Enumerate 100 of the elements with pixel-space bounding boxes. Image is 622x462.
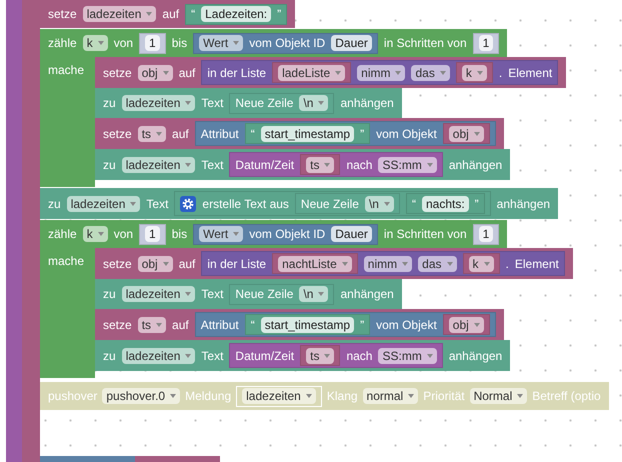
number-block[interactable]: 1: [139, 224, 166, 244]
variable-block[interactable]: ts: [300, 345, 340, 366]
caret-icon: [384, 202, 390, 206]
dropdown[interactable]: das: [411, 64, 450, 80]
variable-block[interactable]: k: [456, 62, 493, 83]
enclosing-block[interactable]: [6, 0, 22, 462]
block-label: anhängen: [448, 348, 502, 362]
newline-block[interactable]: Neue Zeile \n: [229, 92, 334, 114]
block-label: Attribut: [200, 318, 239, 332]
caret-icon: [185, 162, 192, 166]
dropdown[interactable]: obj: [138, 64, 173, 80]
caret-icon: [162, 70, 169, 74]
string-block[interactable]: “ nachts: ”: [406, 193, 485, 214]
text-field[interactable]: start_timestamp: [260, 126, 354, 142]
dropdown[interactable]: obj: [448, 316, 484, 332]
append-text-block[interactable]: zu ladezeiten Text Neue Zeile \n anhängen: [95, 88, 402, 118]
dropdown[interactable]: k: [462, 64, 487, 80]
number-block[interactable]: 1: [139, 32, 166, 54]
dropdown[interactable]: \n: [299, 95, 328, 111]
text-field[interactable]: 1: [478, 35, 494, 51]
caret-icon: [426, 354, 433, 358]
text-field[interactable]: nachts:: [422, 196, 469, 212]
block-top[interactable]: [40, 456, 135, 462]
append-text-block[interactable]: zu ladezeiten Text Neue Zeile \n anhängen: [95, 279, 402, 309]
dropdown[interactable]: \n: [299, 286, 328, 302]
dropdown[interactable]: \n: [364, 196, 394, 212]
dropdown[interactable]: k: [468, 256, 494, 272]
dropdown[interactable]: SS:mm: [378, 156, 437, 172]
newline-block[interactable]: Neue Zeile \n: [229, 284, 334, 304]
string-block[interactable]: “ Ladezeiten: ”: [185, 4, 288, 24]
dropdown[interactable]: SS:mm: [378, 348, 437, 364]
dropdown[interactable]: obj: [448, 126, 484, 142]
string-block[interactable]: “ start_timestamp ”: [244, 314, 370, 335]
dropdown[interactable]: das: [418, 256, 456, 272]
dropdown[interactable]: ladezeiten: [122, 286, 196, 302]
dropdown[interactable]: nimm: [364, 256, 412, 272]
dropdown[interactable]: Wert: [199, 35, 244, 51]
text-field[interactable]: start_timestamp: [260, 316, 354, 332]
set-variable-block[interactable]: setze ladezeiten auf “ Ladezeiten: ”: [40, 0, 296, 28]
string-block[interactable]: “ start_timestamp ”: [244, 123, 370, 144]
text-field[interactable]: 1: [145, 226, 160, 242]
append-text-block[interactable]: zu ladezeiten Text Datum/Zeit ts nach SS:mm anhängen: [95, 340, 510, 371]
count-loop-block[interactable]: [40, 29, 566, 187]
block-label: zu: [103, 348, 116, 362]
block-top[interactable]: [135, 456, 220, 462]
block-label: Text: [146, 196, 168, 210]
dropdown[interactable]: nachtListe: [278, 256, 352, 272]
newline-block[interactable]: Neue Zeile \n: [294, 193, 400, 214]
dropdown[interactable]: obj: [138, 256, 173, 272]
caret-icon: [162, 262, 169, 266]
append-text-block[interactable]: zu ladezeiten Text Datum/Zeit ts nach SS:mm anhängen: [95, 149, 510, 180]
object-value-block[interactable]: Wert vom Objekt ID Dauer: [193, 32, 378, 54]
set-variable-block[interactable]: setze ts auf Attribut “ start_timestamp ” vom Objekt obj: [95, 309, 504, 340]
object-value-block[interactable]: Wert vom Objekt ID Dauer: [193, 224, 378, 244]
text-field[interactable]: Dauer: [331, 226, 372, 242]
variable-block[interactable]: obj: [442, 123, 490, 144]
set-variable-block[interactable]: setze obj auf in der Liste ladeListe nimm das k . Element: [95, 57, 566, 88]
variable-block[interactable]: k: [462, 253, 500, 274]
text-field[interactable]: Ladezeiten:: [201, 6, 272, 22]
dropdown[interactable]: ladezeiten: [122, 156, 196, 172]
caret-icon: [233, 41, 240, 45]
variable-block[interactable]: ladeListe: [272, 62, 352, 83]
number-block[interactable]: 1: [472, 224, 500, 244]
list-item-block[interactable]: in der Liste nachtListe nimm das k . Element: [201, 251, 565, 276]
dropdown[interactable]: ladezeiten: [66, 196, 140, 212]
set-variable-block[interactable]: setze obj auf in der Liste nachtListe nimm das k . Element: [95, 248, 573, 279]
variable-block[interactable]: obj: [442, 314, 490, 335]
set-variable-block[interactable]: setze ts auf Attribut “ start_timestamp ” vom Objekt obj: [95, 118, 504, 149]
block-label: anhängen: [496, 196, 550, 210]
dropdown[interactable]: ts: [138, 316, 166, 332]
append-text-block[interactable]: zu ladezeiten Text erstelle Text aus Neue Zeile \n “ nachts: ” anhängen: [40, 188, 558, 219]
caret-icon: [474, 322, 480, 326]
dropdown[interactable]: k: [82, 35, 108, 51]
block-label: in Schritten von: [384, 36, 467, 50]
datetime-block[interactable]: Datum/Zeit ts nach SS:mm: [229, 152, 443, 177]
text-field[interactable]: 1: [478, 226, 494, 242]
dropdown[interactable]: ts: [138, 126, 166, 142]
block-label: ”: [360, 126, 364, 140]
text-field[interactable]: Dauer: [331, 35, 372, 51]
dropdown[interactable]: nimm: [357, 64, 406, 80]
list-item-block[interactable]: in der Liste ladeListe nimm das k . Element: [201, 60, 558, 85]
attribute-block[interactable]: Attribut “ start_timestamp ” vom Objekt obj: [194, 121, 496, 146]
dropdown[interactable]: ladezeiten: [82, 6, 156, 22]
number-block[interactable]: 1: [472, 32, 500, 54]
dropdown[interactable]: k: [82, 226, 108, 242]
gear-icon[interactable]: [180, 196, 196, 212]
datetime-block[interactable]: Datum/Zeit ts nach SS:mm: [229, 343, 443, 368]
dropdown[interactable]: ladeListe: [278, 64, 346, 80]
attribute-block[interactable]: Attribut “ start_timestamp ” vom Objekt obj: [194, 312, 496, 337]
dropdown[interactable]: ladezeiten: [122, 95, 196, 111]
block-label: ”: [277, 7, 282, 21]
dropdown[interactable]: Wert: [199, 226, 244, 242]
variable-block[interactable]: ts: [300, 154, 340, 175]
text-field[interactable]: 1: [145, 35, 160, 51]
dropdown[interactable]: ts: [306, 156, 334, 172]
dropdown[interactable]: ladezeiten: [122, 348, 196, 364]
variable-block[interactable]: nachtListe: [272, 253, 358, 274]
dropdown[interactable]: ts: [306, 348, 334, 364]
create-text-block[interactable]: erstelle Text aus Neue Zeile \n “ nachts: ”: [174, 191, 491, 216]
caret-icon: [156, 322, 162, 326]
